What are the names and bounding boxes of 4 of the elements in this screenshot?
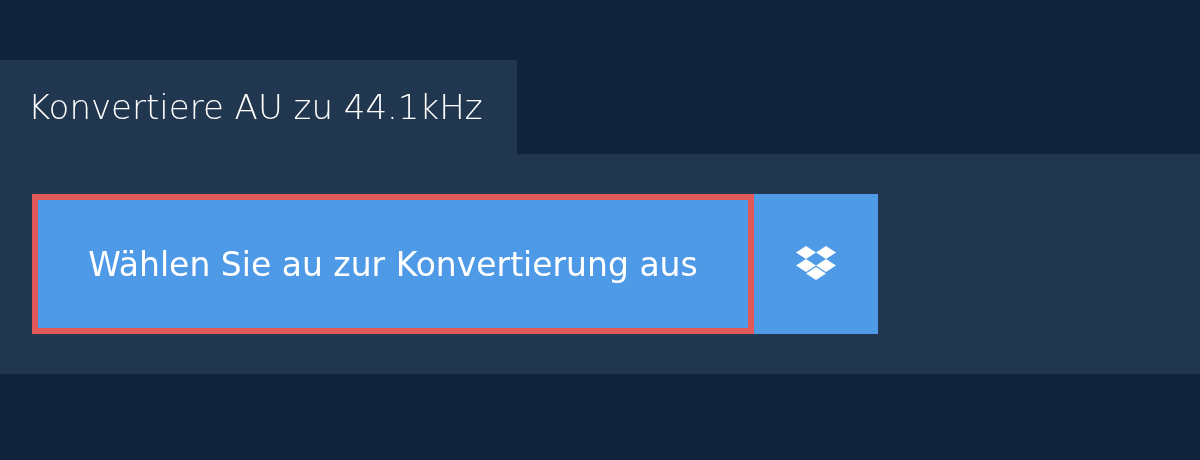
page-title: Konvertiere AU zu 44.1kHz [0,60,517,154]
choose-file-button[interactable]: Wählen Sie au zur Konvertierung aus [32,194,754,334]
diamonds-icon [795,246,837,282]
cloud-upload-button[interactable] [754,194,878,334]
